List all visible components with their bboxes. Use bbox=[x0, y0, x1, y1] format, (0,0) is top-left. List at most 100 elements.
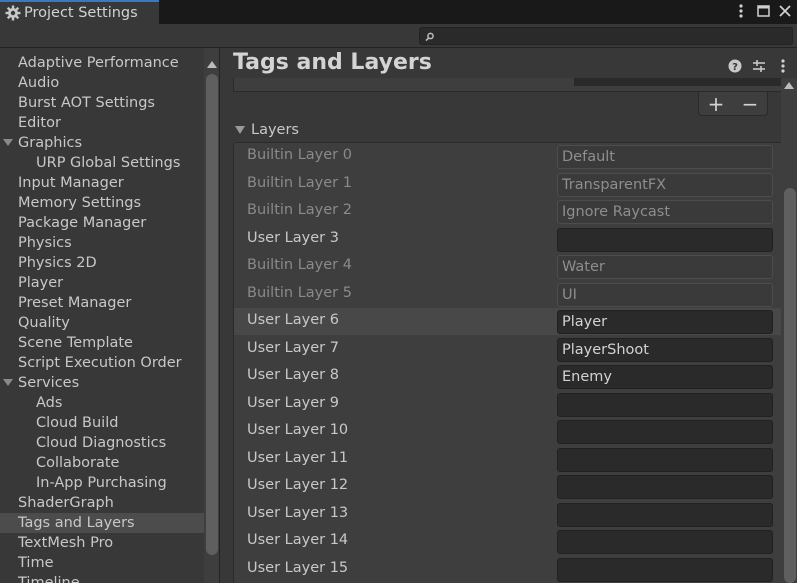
layer-name-field[interactable] bbox=[557, 530, 773, 554]
settings-category-list: Adaptive Performance Audio Burst AOT Setti… bbox=[0, 53, 204, 583]
layers-foldout[interactable]: Layers bbox=[235, 120, 299, 140]
sidebar-item[interactable]: Collaborate bbox=[0, 453, 204, 473]
foldout-arrow-icon[interactable] bbox=[3, 379, 13, 386]
sidebar-item[interactable]: Package Manager bbox=[0, 213, 204, 233]
sidebar-item-label: Script Execution Order bbox=[18, 355, 182, 371]
settings-main-pane: Tags and Layers ? + − Layers Builtin Lay… bbox=[221, 48, 797, 583]
tags-list-box bbox=[233, 78, 783, 92]
layer-name-field[interactable]: Player bbox=[557, 310, 773, 334]
sidebar-item[interactable]: Player bbox=[0, 273, 204, 293]
layer-name-field[interactable]: PlayerShoot bbox=[557, 337, 773, 362]
sidebar-item[interactable]: Physics 2D bbox=[0, 253, 204, 273]
add-button[interactable]: + bbox=[704, 94, 728, 114]
layer-row: User Layer 15 bbox=[234, 556, 782, 583]
layer-name-field[interactable] bbox=[557, 502, 773, 527]
window-tab[interactable]: Project Settings bbox=[0, 0, 159, 24]
sidebar-item[interactable]: Editor bbox=[0, 113, 204, 133]
layer-label: Builtin Layer 4 bbox=[247, 257, 352, 273]
sidebar-item-label: Editor bbox=[18, 115, 61, 131]
sidebar-item[interactable]: In-App Purchasing bbox=[0, 473, 204, 493]
remove-button[interactable]: − bbox=[738, 94, 762, 114]
sidebar-scrollbar[interactable] bbox=[204, 48, 219, 583]
sidebar-item[interactable]: Ads bbox=[0, 393, 204, 413]
search-icon bbox=[425, 32, 434, 42]
layer-row: Builtin Layer 4 Water bbox=[234, 253, 782, 280]
sidebar-item[interactable]: Quality bbox=[0, 313, 204, 333]
list-add-remove-buttons: + − bbox=[698, 92, 768, 116]
sidebar-item[interactable]: TextMesh Pro bbox=[0, 533, 204, 553]
sidebar-item[interactable]: Graphics bbox=[0, 133, 204, 153]
sidebar-item[interactable]: Timeline bbox=[0, 573, 204, 583]
layer-label: User Layer 7 bbox=[247, 339, 339, 356]
sidebar-item[interactable]: Memory Settings bbox=[0, 193, 204, 213]
sidebar-item-label: Cloud Build bbox=[36, 415, 119, 431]
sidebar-item[interactable]: ShaderGraph bbox=[0, 493, 204, 513]
layer-name-field[interactable] bbox=[557, 475, 773, 499]
layer-label: User Layer 6 bbox=[247, 312, 339, 328]
sidebar-item[interactable]: Audio bbox=[0, 73, 204, 93]
sidebar-item[interactable]: URP Global Settings bbox=[0, 153, 204, 173]
sidebar-item-label: Quality bbox=[18, 315, 70, 331]
layer-label: User Layer 14 bbox=[247, 532, 349, 548]
sidebar-item-label: TextMesh Pro bbox=[18, 535, 114, 551]
sidebar-item[interactable]: Tags and Layers bbox=[0, 513, 204, 533]
main-scrollbar[interactable] bbox=[781, 78, 797, 583]
help-icon[interactable]: ? bbox=[727, 58, 743, 74]
layer-name-field[interactable] bbox=[557, 447, 773, 472]
kebab-menu-icon[interactable] bbox=[733, 1, 749, 21]
layers-list: Builtin Layer 0 Default Builtin Layer 1 Tra… bbox=[233, 142, 783, 583]
search-input[interactable] bbox=[419, 27, 793, 45]
presets-icon[interactable] bbox=[751, 58, 767, 74]
sidebar-item-label: Graphics bbox=[18, 135, 83, 151]
sidebar-item[interactable]: Services bbox=[0, 373, 204, 393]
sidebar-item-label: ShaderGraph bbox=[18, 495, 114, 511]
layer-row: User Layer 6 Player bbox=[234, 308, 782, 335]
sidebar-item-label: Adaptive Performance bbox=[18, 55, 179, 71]
layer-row: User Layer 8 Enemy bbox=[234, 363, 782, 390]
main-scrollbar-thumb[interactable] bbox=[784, 188, 796, 583]
layer-row: User Layer 7 PlayerShoot bbox=[234, 336, 782, 363]
scroll-up-arrow-icon[interactable] bbox=[207, 61, 217, 68]
sidebar-item[interactable]: Cloud Diagnostics bbox=[0, 433, 204, 453]
layer-name-field[interactable] bbox=[557, 392, 773, 417]
svg-text:?: ? bbox=[732, 62, 738, 73]
title-bar: Project Settings bbox=[0, 0, 797, 24]
layer-name-field[interactable] bbox=[557, 557, 773, 582]
layer-row: User Layer 10 bbox=[234, 418, 782, 445]
sidebar-item-label: In-App Purchasing bbox=[36, 475, 167, 491]
sidebar-item[interactable]: Adaptive Performance bbox=[0, 53, 204, 73]
layer-name-field: Default bbox=[557, 145, 773, 169]
layer-label: Builtin Layer 2 bbox=[247, 202, 352, 218]
sidebar-item-label: Player bbox=[18, 275, 64, 291]
sidebar-item[interactable]: Scene Template bbox=[0, 333, 204, 353]
sidebar-item[interactable]: Input Manager bbox=[0, 173, 204, 193]
sidebar-item[interactable]: Physics bbox=[0, 233, 204, 253]
layer-name-field[interactable] bbox=[557, 227, 773, 252]
layer-name-field: Ignore Raycast bbox=[557, 200, 773, 224]
sidebar-item[interactable]: Time bbox=[0, 553, 204, 573]
sidebar-item[interactable]: Cloud Build bbox=[0, 413, 204, 433]
kebab-menu-icon[interactable] bbox=[775, 58, 791, 74]
layer-label: User Layer 8 bbox=[247, 367, 339, 383]
sidebar-item[interactable]: Script Execution Order bbox=[0, 353, 204, 373]
sidebar-item-label: Collaborate bbox=[36, 455, 120, 471]
layer-label: Builtin Layer 5 bbox=[247, 284, 352, 301]
layer-label: User Layer 15 bbox=[247, 559, 349, 576]
scroll-up-arrow-icon[interactable] bbox=[784, 82, 794, 89]
sidebar-item[interactable]: Burst AOT Settings bbox=[0, 93, 204, 113]
layer-row: User Layer 9 bbox=[234, 391, 782, 418]
sidebar-item[interactable]: Preset Manager bbox=[0, 293, 204, 313]
toolbar bbox=[0, 24, 797, 48]
layer-name-field[interactable] bbox=[557, 420, 773, 444]
layer-row: User Layer 3 bbox=[234, 226, 782, 253]
sidebar-item-label: Cloud Diagnostics bbox=[36, 435, 167, 451]
layers-section-label: Layers bbox=[251, 122, 299, 138]
page-title: Tags and Layers bbox=[233, 50, 432, 75]
foldout-arrow-icon[interactable] bbox=[3, 139, 13, 146]
sidebar-scrollbar-thumb[interactable] bbox=[206, 74, 218, 555]
tag-field[interactable] bbox=[574, 78, 782, 86]
layer-name-field[interactable]: Enemy bbox=[557, 365, 773, 389]
maximize-icon[interactable] bbox=[755, 1, 771, 21]
sidebar-item-label: Physics 2D bbox=[18, 255, 97, 271]
close-icon[interactable] bbox=[777, 1, 793, 21]
